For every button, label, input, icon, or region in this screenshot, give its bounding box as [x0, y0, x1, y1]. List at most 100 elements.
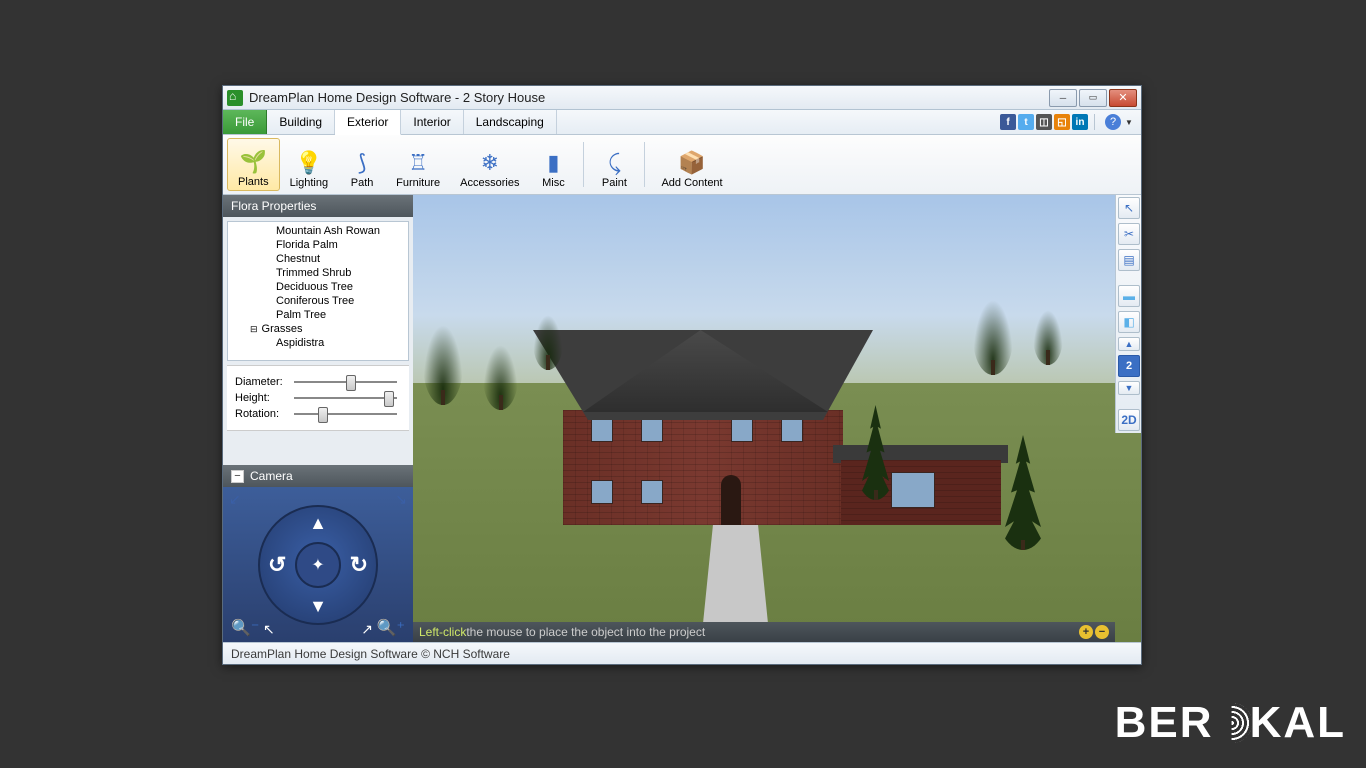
linkedin-icon[interactable]: in	[1072, 114, 1088, 130]
layer-tool-icon[interactable]: ▬	[1118, 285, 1140, 307]
tree-item[interactable]: Mountain Ash Rowan	[228, 224, 408, 238]
ribbon-lighting[interactable]: 💡 Lighting	[280, 138, 339, 191]
tilt-up-left-icon[interactable]: ↙	[229, 491, 241, 508]
flora-panel-header[interactable]: Flora Properties	[223, 195, 413, 217]
close-button[interactable]: ✕	[1109, 89, 1137, 107]
scissors-tool-icon[interactable]: ✂	[1118, 223, 1140, 245]
tree-item[interactable]: Florida Palm	[228, 238, 408, 252]
slider-thumb[interactable]	[346, 375, 356, 391]
ribbon-label: Accessories	[460, 177, 519, 189]
panel-title: Camera	[250, 469, 293, 483]
tree-item[interactable]: Deciduous Tree	[228, 280, 408, 294]
slider-label: Rotation:	[235, 408, 290, 420]
3d-viewport[interactable]: ↖ ✂ ▤ ▬ ◧ ▲ 2 ▼ 2D Left-click the mouse …	[413, 195, 1141, 642]
workspace: Flora Properties Mountain Ash Rowan Flor…	[223, 195, 1141, 642]
ribbon-toolbar: 🌱 Plants 💡 Lighting ⟆ Path ♖ Furniture ❄…	[223, 135, 1141, 195]
slider-thumb[interactable]	[318, 407, 328, 423]
ribbon-label: Furniture	[396, 177, 440, 189]
rotate-left-icon[interactable]: ↺	[268, 552, 286, 578]
tree-model	[423, 325, 463, 405]
hint-remove-icon[interactable]: −	[1095, 625, 1109, 639]
rotate-right-icon[interactable]: ↻	[350, 552, 368, 578]
ribbon-label: Misc	[542, 177, 565, 189]
tree-item[interactable]: Chestnut	[228, 252, 408, 266]
menu-file[interactable]: File	[223, 110, 267, 134]
house-window	[731, 418, 753, 442]
add-content-icon: 📦	[678, 149, 706, 177]
statusbar: DreamPlan Home Design Software © NCH Sof…	[223, 642, 1141, 664]
hint-text: the mouse to place the object into the p…	[466, 625, 705, 639]
roof	[533, 325, 873, 420]
ribbon-paint[interactable]: ⤹ Paint	[590, 138, 638, 191]
zoom-out-icon[interactable]: 🔍⁻	[231, 618, 259, 638]
pine-tree	[993, 435, 1053, 550]
arrow-down-icon[interactable]: ▼	[309, 596, 327, 617]
slider-label: Height:	[235, 392, 290, 404]
watermark-text: KAL	[1250, 698, 1346, 748]
floor-down-icon[interactable]: ▼	[1118, 381, 1140, 395]
watermark: BER KAL	[1115, 698, 1346, 748]
ribbon-path[interactable]: ⟆ Path	[338, 138, 386, 191]
tree-item[interactable]: Aspidistra	[228, 336, 408, 350]
cube-tool-icon[interactable]: ◧	[1118, 311, 1140, 333]
ribbon-plants[interactable]: 🌱 Plants	[227, 138, 280, 191]
tab-building[interactable]: Building	[267, 110, 335, 134]
tree-item[interactable]: Coniferous Tree	[228, 294, 408, 308]
tree-model	[533, 315, 563, 370]
maximize-button[interactable]: ▭	[1079, 89, 1107, 107]
tree-model	[483, 345, 518, 410]
ribbon-label: Path	[351, 177, 374, 189]
ribbon-label: Lighting	[290, 177, 329, 189]
tree-item[interactable]: Trimmed Shrub	[228, 266, 408, 280]
tree-item[interactable]: Palm Tree	[228, 308, 408, 322]
tab-landscaping[interactable]: Landscaping	[464, 110, 557, 134]
tilt-down-right-icon[interactable]: ↗	[361, 621, 373, 638]
clipboard-tool-icon[interactable]: ▤	[1118, 249, 1140, 271]
slider-height[interactable]: Height:	[235, 392, 401, 404]
arrow-up-icon[interactable]: ▲	[309, 513, 327, 534]
ribbon-furniture[interactable]: ♖ Furniture	[386, 138, 450, 191]
zoom-in-icon[interactable]: 🔍⁺	[377, 618, 405, 638]
rss-icon[interactable]: ◱	[1054, 114, 1070, 130]
help-icon[interactable]: ?	[1105, 114, 1121, 130]
floor-up-icon[interactable]: ▲	[1118, 337, 1140, 351]
pan-icon: ✦	[311, 555, 324, 575]
slider-track[interactable]	[294, 381, 397, 383]
sidebar: Flora Properties Mountain Ash Rowan Flor…	[223, 195, 413, 642]
plant-icon: 🌱	[239, 148, 267, 176]
house-window	[591, 480, 613, 504]
facebook-icon[interactable]: f	[1000, 114, 1016, 130]
cursor-tool-icon[interactable]: ↖	[1118, 197, 1140, 219]
ribbon-add-content[interactable]: 📦 Add Content	[651, 138, 732, 191]
view-2d-button[interactable]: 2D	[1118, 409, 1140, 431]
camera-pad: ↙ ↘ ▲ ▼ ↺ ↻ ✦ 🔍⁻ 🔍⁺ ↖ ↗	[223, 487, 413, 642]
titlebar[interactable]: DreamPlan Home Design Software - 2 Story…	[223, 86, 1141, 110]
house-window	[641, 418, 663, 442]
slider-track[interactable]	[294, 413, 397, 415]
menubar: File Building Exterior Interior Landscap…	[223, 110, 1141, 135]
slider-track[interactable]	[294, 397, 397, 399]
slider-diameter[interactable]: Diameter:	[235, 376, 401, 388]
slider-rotation[interactable]: Rotation:	[235, 408, 401, 420]
minimize-button[interactable]: ─	[1049, 89, 1077, 107]
tab-interior[interactable]: Interior	[401, 110, 463, 134]
ribbon-accessories[interactable]: ❄ Accessories	[450, 138, 529, 191]
tilt-up-right-icon[interactable]: ↘	[395, 491, 407, 508]
watermark-text: BER	[1115, 698, 1214, 748]
flora-tree[interactable]: Mountain Ash Rowan Florida Palm Chestnut…	[227, 221, 409, 361]
twitter-icon[interactable]: t	[1018, 114, 1034, 130]
pan-center[interactable]: ✦	[295, 542, 341, 588]
floor-indicator[interactable]: 2	[1118, 355, 1140, 377]
hint-add-icon[interactable]: +	[1079, 625, 1093, 639]
tree-group[interactable]: Grasses	[228, 322, 408, 336]
tab-exterior[interactable]: Exterior	[335, 110, 401, 135]
collapse-icon[interactable]: −	[231, 470, 244, 483]
ribbon-misc[interactable]: ▮ Misc	[529, 138, 577, 191]
share-icon[interactable]: ◫	[1036, 114, 1052, 130]
help-dropdown-icon[interactable]: ▼	[1125, 118, 1135, 127]
camera-panel-header[interactable]: − Camera	[223, 465, 413, 487]
tilt-down-left-icon[interactable]: ↖	[263, 621, 275, 638]
ribbon-label: Add Content	[661, 177, 722, 189]
slider-thumb[interactable]	[384, 391, 394, 407]
front-door	[721, 475, 741, 525]
